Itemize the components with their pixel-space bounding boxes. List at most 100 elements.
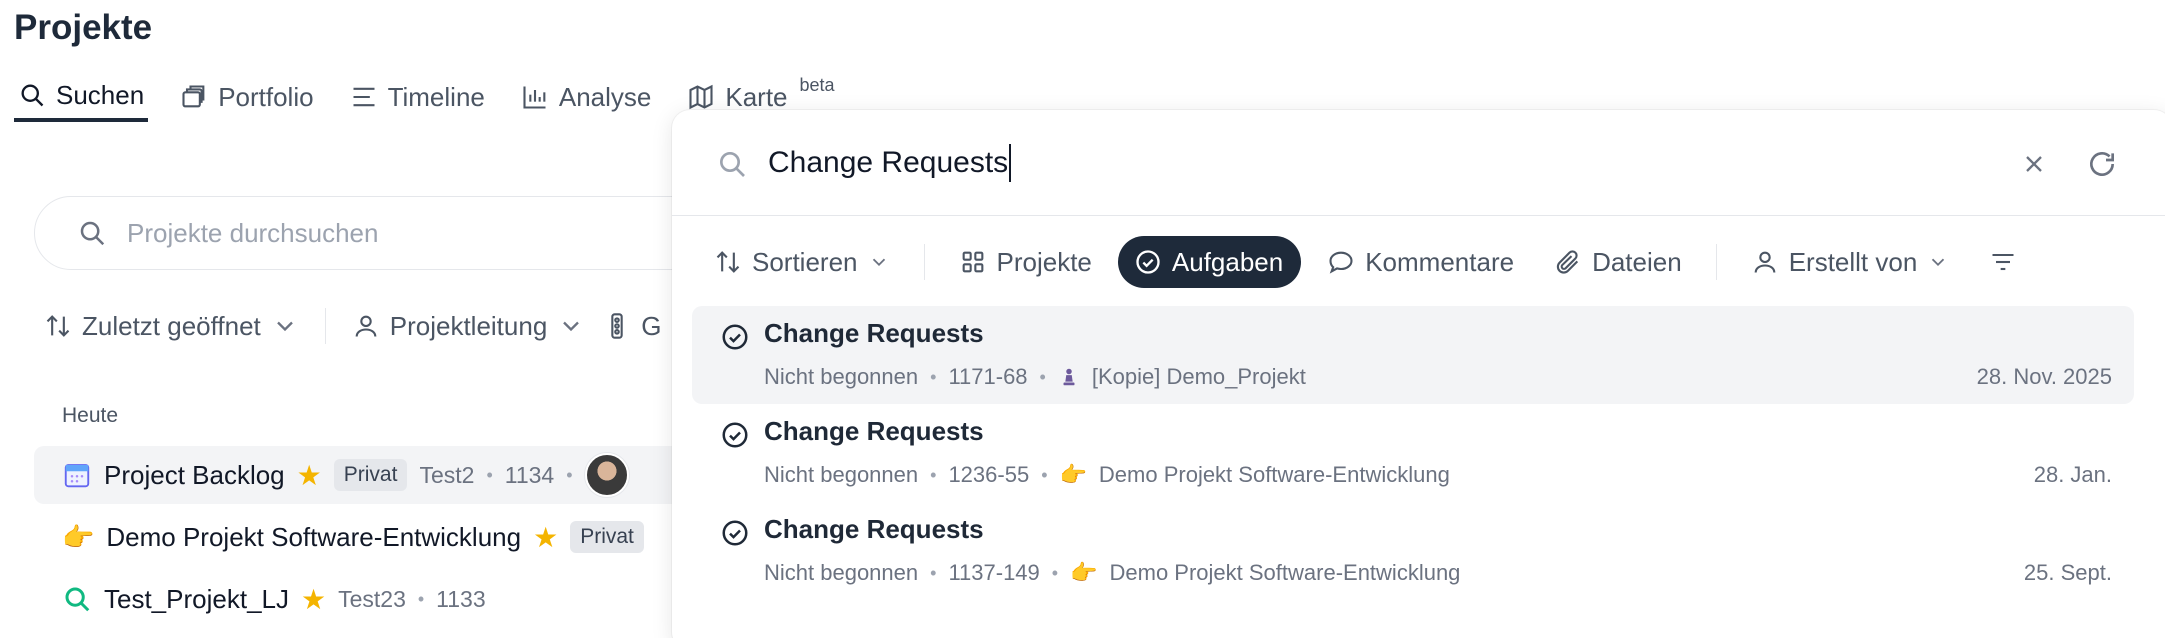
result-title: Change Requests (764, 514, 984, 544)
chip-label: Erstellt von (1788, 246, 1918, 277)
portfolio-icon (182, 85, 205, 108)
lead-filter[interactable]: Projektleitung (352, 311, 586, 342)
separator-dot: • (1039, 366, 1046, 387)
comment-icon (1329, 251, 1353, 274)
sort-button[interactable]: Sortieren (700, 236, 904, 288)
divider (324, 308, 326, 344)
separator-dot: • (930, 366, 937, 387)
traffic-light-icon (611, 313, 624, 339)
person-icon (1754, 251, 1776, 273)
filter-creator-chip[interactable]: Erstellt von (1737, 236, 1964, 288)
search-icon (65, 587, 90, 612)
result-item[interactable]: Change Requests Nicht begonnen • 1236-55… (692, 404, 2134, 502)
divider (923, 244, 925, 280)
project-search-input[interactable]: Projekte durchsuchen (34, 196, 754, 270)
search-results: Change Requests Nicht begonnen • 1171-68… (692, 306, 2134, 600)
separator-dot: • (1041, 464, 1048, 485)
star-icon[interactable]: ★ (533, 521, 558, 554)
page-title: Projekte (14, 8, 153, 47)
sort-label: Zuletzt geöffnet (82, 310, 261, 341)
person-icon (355, 315, 377, 337)
filter-tasks-chip[interactable]: Aufgaben (1117, 236, 1302, 288)
result-number: 1137-149 (948, 560, 1040, 585)
close-icon[interactable] (2020, 150, 2048, 178)
chevron-down-icon (872, 258, 885, 267)
result-project: Demo Projekt Software-Entwicklung (1109, 560, 1461, 585)
tab-suchen[interactable]: Suchen (14, 72, 149, 122)
project-id: 1134 (504, 461, 555, 488)
lead-label: Projektleitung (389, 310, 548, 341)
star-icon[interactable]: ★ (297, 459, 322, 492)
chevron-down-icon (563, 321, 580, 332)
sort-label: Sortieren (752, 246, 858, 277)
global-search-panel: Change Requests Sortieren Projekte Aufga… (672, 110, 2165, 638)
divider (1715, 244, 1717, 280)
check-circle-icon (1136, 250, 1160, 274)
separator-dot: • (930, 562, 937, 583)
pointing-hand-icon: 👉 (1070, 560, 1098, 585)
tab-label: Timeline (387, 81, 485, 112)
result-title: Change Requests (764, 318, 984, 348)
pointing-hand-icon: 👉 (1059, 462, 1087, 487)
separator-dot: • (1051, 562, 1059, 583)
search-placeholder: Projekte durchsuchen (127, 217, 379, 248)
grid-icon (962, 251, 983, 273)
filter-files-chip[interactable]: Dateien (1540, 236, 1696, 288)
privacy-badge: Privat (570, 521, 644, 553)
star-icon[interactable]: ★ (301, 583, 326, 616)
tab-label: Karte (725, 81, 788, 112)
global-search-bar: Change Requests (672, 110, 2165, 216)
chip-label: Aufgaben (1171, 246, 1284, 277)
result-status: Nicht begonnen (764, 560, 919, 585)
tab-timeline[interactable]: Timeline (346, 72, 489, 122)
tab-label: Suchen (56, 79, 145, 110)
avatar (584, 453, 629, 497)
filter-projects-chip[interactable]: Projekte (945, 236, 1106, 288)
sort-filter[interactable]: Zuletzt geöffnet (44, 311, 299, 342)
beta-badge: beta (799, 74, 835, 95)
result-status: Nicht begonnen (764, 364, 919, 389)
result-meta: Nicht begonnen • 1171-68 • [Kopie] Demo_… (764, 364, 1306, 390)
paperclip-icon (1556, 250, 1579, 274)
separator-dot: • (417, 588, 425, 609)
check-circle-icon (722, 422, 748, 448)
traffic-light-filter[interactable]: G (603, 310, 662, 342)
project-name: Project Backlog (104, 459, 285, 490)
result-project: Demo Projekt Software-Entwicklung (1098, 462, 1450, 487)
result-status: Nicht begonnen (764, 462, 919, 487)
tab-portfolio[interactable]: Portfolio (176, 72, 317, 122)
filter-label: G (641, 310, 662, 341)
result-meta: Nicht begonnen • 1236-55 • 👉 Demo Projek… (764, 462, 1450, 488)
filter-comments-chip[interactable]: Kommentare (1313, 236, 1528, 288)
result-number: 1236-55 (948, 462, 1030, 487)
result-project: [Kopie] Demo_Projekt (1091, 364, 1306, 389)
check-circle-icon (722, 520, 748, 546)
sort-icon (46, 315, 70, 337)
result-meta: Nicht begonnen • 1137-149 • 👉 Demo Proje… (764, 560, 1460, 586)
pointing-hand-icon: 👉 (62, 521, 95, 552)
search-filter-bar: Sortieren Projekte Aufgaben Kommentare D… (700, 236, 2031, 288)
result-item[interactable]: Change Requests Nicht begonnen • 1137-14… (692, 502, 2134, 600)
more-filters-button[interactable] (1975, 236, 2031, 288)
chess-pawn-icon (1063, 368, 1075, 386)
separator-dot: • (566, 464, 573, 485)
chip-label: Kommentare (1365, 246, 1515, 277)
map-icon (689, 84, 713, 110)
refresh-icon[interactable] (2086, 148, 2118, 180)
separator-dot: • (486, 464, 493, 485)
check-circle-icon (722, 324, 748, 350)
chevron-down-icon (1932, 258, 1945, 267)
result-item[interactable]: Change Requests Nicht begonnen • 1171-68… (692, 306, 2134, 404)
search-icon (720, 152, 745, 177)
tab-analyse[interactable]: Analyse (517, 72, 656, 122)
result-date: 28. Nov. 2025 (1976, 364, 2112, 389)
project-owner: Test23 (338, 585, 406, 612)
chart-icon (523, 86, 546, 109)
filter-icon (1992, 253, 2014, 271)
calendar-icon (64, 464, 90, 488)
project-name: Test_Projekt_LJ (104, 583, 289, 614)
project-filter-bar: Zuletzt geöffnet Projektleitung G (44, 308, 662, 344)
chip-label: Projekte (996, 246, 1092, 277)
result-number: 1171-68 (948, 364, 1028, 389)
global-search-input[interactable]: Change Requests (768, 144, 1012, 182)
